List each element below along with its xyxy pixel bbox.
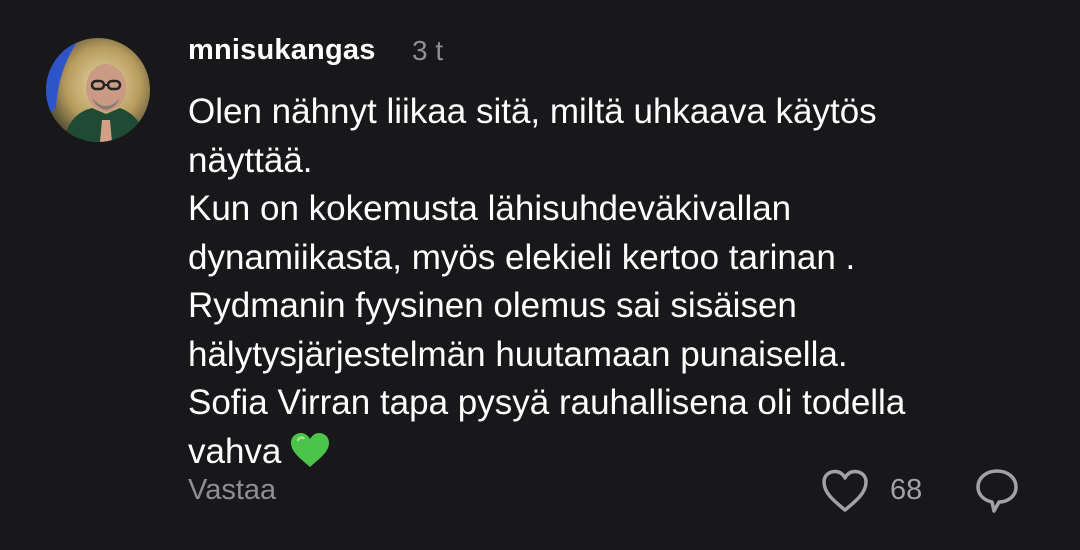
comment-line: dynamiikasta, myös elekieli kertoo tarin…	[188, 237, 856, 277]
comment-text: Olen nähnyt liikaa sitä, miltä uhkaava k…	[188, 88, 1058, 482]
like-count: 68	[890, 474, 923, 506]
green-heart-icon	[289, 431, 331, 483]
heart-outline-icon[interactable]	[820, 468, 870, 514]
comment-line: Kun on kokemusta lähisuhdeväkivallan	[188, 189, 792, 228]
avatar[interactable]	[46, 38, 150, 142]
user-avatar-icon	[46, 38, 150, 142]
timestamp: 3 t	[412, 35, 444, 66]
comment-line: Rydmanin fyysinen olemus sai sisäisen	[188, 286, 797, 325]
reply-button[interactable]: Vastaa	[188, 474, 276, 507]
comment-line: näyttää.	[188, 140, 313, 180]
comment-line: Olen nähnyt liikaa sitä, miltä uhkaava k…	[188, 92, 877, 131]
comment: mnisukangas 3 t Olen nähnyt liikaa sitä,…	[0, 0, 1080, 550]
comment-line: Sofia Virran tapa pysyä rauhallisena oli…	[188, 383, 906, 422]
comment-last-line: vahva	[188, 428, 1058, 483]
comment-line: vahva	[188, 431, 282, 471]
speech-bubble-icon[interactable]	[972, 466, 1022, 516]
username[interactable]: mnisukangas	[188, 34, 376, 67]
comment-line: hälytysjärjestelmän huutamaan punaisella…	[188, 334, 848, 374]
